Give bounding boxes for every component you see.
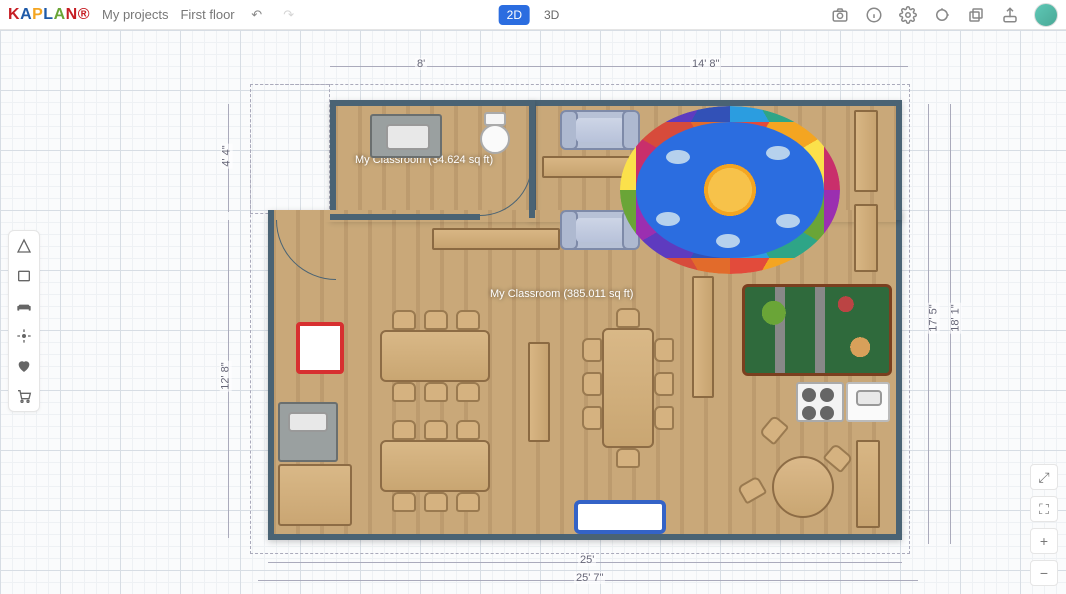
chair[interactable]	[424, 382, 448, 402]
guide-inset	[250, 84, 330, 214]
mode-3d-button[interactable]: 3D	[536, 5, 567, 25]
dim-left-lower-label: 12' 8"	[220, 360, 232, 391]
left-toolbar	[8, 230, 40, 412]
chair[interactable]	[582, 406, 602, 430]
chair[interactable]	[456, 310, 480, 330]
chair[interactable]	[392, 420, 416, 440]
canvas[interactable]: ⤢ ⛶ + − 8' 14' 8" 4' 4" 12' 8" 17' 5" 18…	[0, 30, 1066, 594]
dim-left-upper-label: 4' 4"	[221, 143, 233, 168]
play-sink[interactable]	[846, 382, 890, 422]
chair[interactable]	[456, 492, 480, 512]
topbar: KAPLAN® My projects First floor ↶ ↷ 2D 3…	[0, 0, 1066, 30]
chair[interactable]	[654, 338, 674, 362]
chair[interactable]	[392, 382, 416, 402]
shelf-center-2[interactable]	[528, 342, 550, 442]
user-avatar[interactable]	[1034, 3, 1058, 27]
shelf-bottom-right[interactable]	[856, 440, 880, 528]
zoom-out-button[interactable]: −	[1030, 560, 1058, 586]
play-rug[interactable]	[742, 284, 892, 376]
chair[interactable]	[616, 448, 640, 468]
settings-icon[interactable]	[898, 5, 918, 25]
chair[interactable]	[616, 308, 640, 328]
chair[interactable]	[424, 420, 448, 440]
dim-bottom-inner-label: 25'	[578, 554, 596, 566]
layers-icon[interactable]	[966, 5, 986, 25]
round-table[interactable]	[772, 456, 834, 518]
play-kitchen[interactable]	[796, 382, 844, 422]
kitchen-counter[interactable]	[278, 402, 338, 462]
topbar-right	[830, 3, 1058, 27]
chair[interactable]	[456, 420, 480, 440]
chair[interactable]	[392, 310, 416, 330]
dim-top-left-label: 8'	[415, 58, 427, 70]
breadcrumb-floor[interactable]: First floor	[180, 7, 234, 22]
dim-bottom-outer-label: 25' 7"	[574, 572, 605, 584]
chair[interactable]	[392, 492, 416, 512]
shelf-center-1[interactable]	[432, 228, 560, 250]
redo-button[interactable]: ↷	[279, 5, 299, 25]
favorites-tool-icon[interactable]	[9, 351, 39, 381]
chair[interactable]	[582, 338, 602, 362]
furniture-tool-icon[interactable]	[9, 291, 39, 321]
dim-right-outer-label: 18' 1"	[950, 302, 962, 333]
logo: KAPLAN®	[8, 6, 90, 24]
cabinet-lower-left[interactable]	[278, 464, 352, 526]
undo-button[interactable]: ↶	[247, 5, 267, 25]
structure-tool-icon[interactable]	[9, 261, 39, 291]
alphabet-rug[interactable]	[620, 106, 840, 274]
my-projects-link[interactable]: My projects	[102, 7, 168, 22]
shelf-center-3[interactable]	[692, 276, 714, 398]
dim-top-left	[330, 66, 530, 67]
chair[interactable]	[424, 310, 448, 330]
info-icon[interactable]	[864, 5, 884, 25]
main-room-label: My Classroom (385.011 sq ft)	[490, 288, 633, 300]
shelf-right-2[interactable]	[854, 204, 878, 272]
table-2[interactable]	[380, 440, 490, 492]
table-1[interactable]	[380, 330, 490, 382]
easel[interactable]	[296, 322, 344, 374]
popout-button[interactable]: ⤢	[1030, 464, 1058, 490]
chair[interactable]	[654, 406, 674, 430]
view-mode-toggle: 2D 3D	[499, 5, 568, 25]
cart-tool-icon[interactable]	[9, 381, 39, 411]
chair[interactable]	[456, 382, 480, 402]
chair[interactable]	[654, 372, 674, 396]
table-3[interactable]	[602, 328, 654, 448]
expand-button[interactable]: ⛶	[1030, 496, 1058, 522]
floor-plan[interactable]: 8' 14' 8" 4' 4" 12' 8" 17' 5" 18' 1" 25'…	[180, 60, 980, 594]
shelf-upper[interactable]	[542, 156, 630, 178]
camera-icon[interactable]	[830, 5, 850, 25]
chair[interactable]	[582, 372, 602, 396]
crib[interactable]	[574, 500, 666, 534]
dim-top-right-label: 14' 8"	[690, 58, 721, 70]
bathroom-bottom-wall	[330, 214, 480, 220]
bathroom-vanity[interactable]	[370, 114, 442, 158]
mode-2d-button[interactable]: 2D	[499, 5, 530, 25]
shelf-right-1[interactable]	[854, 110, 878, 192]
corner-controls: ⤢ ⛶ + −	[1030, 464, 1058, 586]
measure-icon[interactable]	[932, 5, 952, 25]
toilet[interactable]	[480, 112, 510, 154]
zoom-in-button[interactable]: +	[1030, 528, 1058, 554]
share-icon[interactable]	[1000, 5, 1020, 25]
decor-tool-icon[interactable]	[9, 321, 39, 351]
dim-right-inner-label: 17' 5"	[928, 302, 940, 333]
build-tool-icon[interactable]	[9, 231, 39, 261]
chair[interactable]	[424, 492, 448, 512]
